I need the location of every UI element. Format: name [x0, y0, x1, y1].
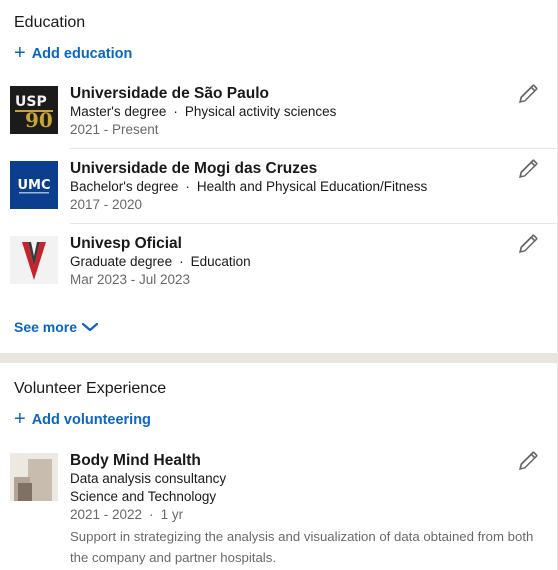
school-name: Universidade de Mogi das Cruzes [70, 160, 318, 177]
education-dates: 2017 - 2020 [70, 197, 143, 212]
volunteer-section: Volunteer Experience + Add volunteering … [0, 363, 558, 570]
chevron-down-icon [82, 322, 99, 332]
volunteer-dates: 2021 - 2022 · 1 yr [70, 507, 184, 522]
edit-education-button[interactable] [516, 232, 540, 256]
school-name: Univesp Oficial [70, 235, 182, 252]
see-more-button[interactable]: See more [14, 319, 99, 335]
volunteer-role: Data analysis consultancy [70, 471, 227, 486]
univesp-logo [10, 236, 58, 284]
organization-name: Body Mind Health [70, 452, 201, 469]
plus-icon: + [14, 408, 26, 430]
add-education-button[interactable]: + Add education [14, 42, 133, 64]
add-volunteering-button[interactable]: + Add volunteering [14, 408, 151, 430]
add-volunteering-label: Add volunteering [31, 412, 151, 428]
pencil-icon [519, 159, 538, 178]
education-dates: 2021 - Present [70, 122, 159, 137]
volunteer-section-title: Volunteer Experience [14, 380, 167, 397]
volunteer-cause: Science and Technology [70, 489, 217, 504]
usp-logo: USP 90 [10, 86, 58, 134]
education-section-title: Education [14, 14, 86, 31]
edit-volunteer-button[interactable] [516, 449, 540, 473]
education-entry-univesp: Univesp Oficial Graduate degree · Educatio… [0, 234, 557, 296]
degree-line: Graduate degree · Education [70, 254, 251, 269]
volunteer-entry: Body Mind Health Data analysis consultan… [0, 451, 557, 570]
volunteer-description: Support in strategizing the analysis and… [70, 529, 534, 565]
edit-education-button[interactable] [516, 82, 540, 106]
education-entry-usp: USP 90 Universidade de São Paulo Master'… [0, 84, 557, 146]
divider [70, 223, 557, 224]
degree-line: Master's degree · Physical activity scienc… [70, 104, 337, 119]
education-section: Education + Add education USP 90 Univers… [0, 0, 558, 353]
pencil-icon [519, 451, 538, 470]
umc-logo: UMC [10, 161, 58, 209]
school-name: Universidade de São Paulo [70, 85, 269, 102]
edit-education-button[interactable] [516, 157, 540, 181]
divider [70, 148, 557, 149]
organization-logo [10, 453, 58, 501]
see-more-label: See more [14, 319, 78, 335]
plus-icon: + [14, 42, 26, 64]
education-dates: Mar 2023 - Jul 2023 [70, 272, 191, 287]
pencil-icon [519, 84, 538, 103]
degree-line: Bachelor's degree · Health and Physical Ed… [70, 179, 428, 194]
education-entry-umc: UMC Universidade de Mogi das Cruzes Bach… [0, 159, 557, 221]
section-divider [0, 353, 558, 363]
pencil-icon [519, 234, 538, 253]
add-education-label: Add education [31, 46, 133, 62]
umc-logo-text: UMC [17, 178, 50, 193]
